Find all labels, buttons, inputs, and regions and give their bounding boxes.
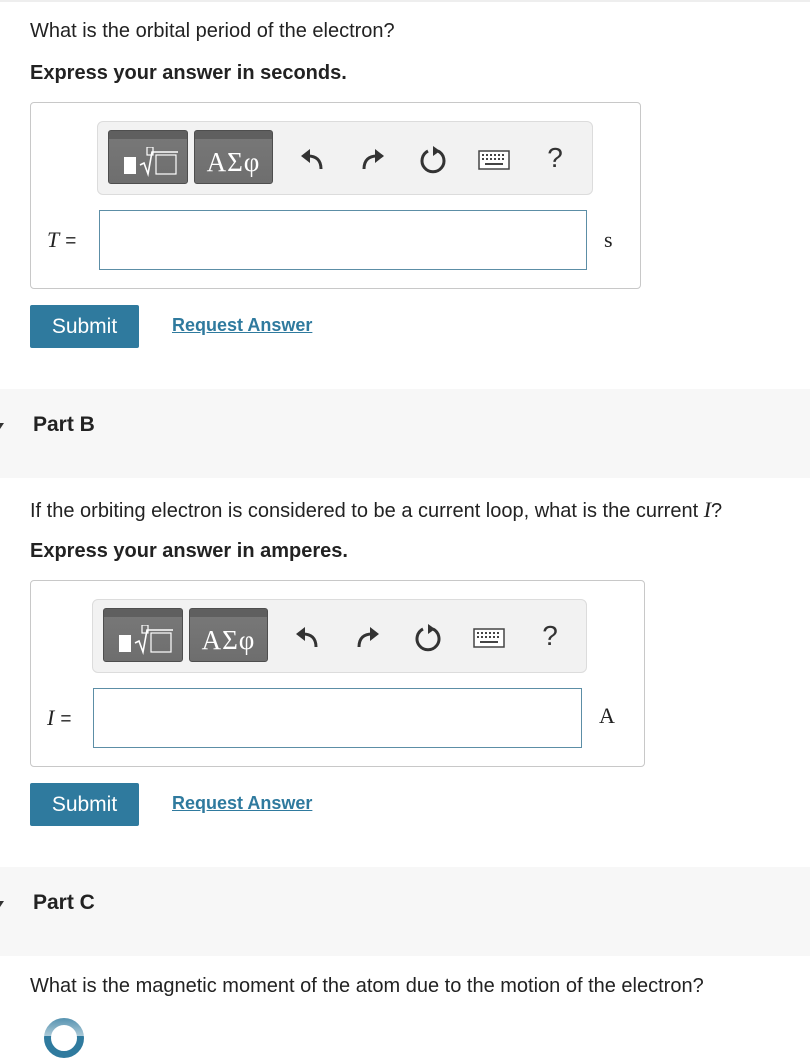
bottom-fade	[0, 1010, 810, 1036]
part-a-templates-button[interactable]	[108, 130, 188, 184]
part-a-math-toolbar: ΑΣφ ?	[97, 121, 593, 195]
part-b-unit: A	[599, 703, 615, 728]
undo-icon[interactable]	[291, 622, 323, 654]
part-b-answer-input[interactable]	[93, 688, 582, 748]
redo-icon[interactable]	[352, 622, 384, 654]
part-b-answer-box: ΑΣφ ? I = A	[30, 580, 645, 767]
part-a-symbols-label: ΑΣφ	[206, 146, 261, 177]
part-a-variable-label: T =	[47, 227, 76, 253]
part-b-question-suffix: ?	[711, 500, 723, 522]
undo-icon[interactable]	[296, 144, 328, 176]
part-b-symbols-button[interactable]: ΑΣφ	[189, 608, 268, 662]
templates-icon	[109, 141, 187, 183]
help-icon[interactable]: ?	[539, 142, 571, 174]
part-c-title: Part C	[33, 891, 95, 914]
part-b-equals: =	[60, 709, 72, 730]
part-a-symbols-button[interactable]: ΑΣφ	[194, 130, 273, 184]
part-b-question: If the orbiting electron is considered t…	[30, 497, 722, 523]
part-b-question-variable: I	[703, 497, 712, 522]
part-a-answer-box: ΑΣφ ? T = s	[30, 102, 641, 289]
templates-icon	[104, 619, 182, 661]
part-a-answer-input[interactable]	[99, 210, 587, 270]
part-b-question-text: If the orbiting electron is considered t…	[30, 500, 704, 522]
part-b-variable-label: I =	[47, 705, 71, 731]
part-a-instruction: Express your answer in seconds.	[30, 62, 347, 84]
top-divider	[0, 0, 810, 2]
keyboard-icon[interactable]	[477, 144, 511, 176]
part-a-equals: =	[65, 231, 77, 252]
caret-down-icon	[0, 423, 4, 429]
reset-icon[interactable]	[417, 144, 449, 176]
part-b-variable: I	[47, 705, 55, 730]
keyboard-icon[interactable]	[472, 622, 506, 654]
part-b-instruction: Express your answer in amperes.	[30, 540, 348, 562]
redo-icon[interactable]	[357, 144, 389, 176]
part-a-question: What is the orbital period of the electr…	[30, 20, 395, 42]
part-b-title: Part B	[33, 413, 95, 436]
reset-icon[interactable]	[412, 622, 444, 654]
caret-down-icon	[0, 901, 4, 907]
part-b-math-toolbar: ΑΣφ ?	[92, 599, 587, 673]
part-c-question: What is the magnetic moment of the atom …	[30, 975, 704, 997]
part-b-symbols-label: ΑΣφ	[201, 624, 256, 655]
part-a-submit-button[interactable]: Submit	[30, 305, 139, 348]
part-b-header[interactable]: Part B	[0, 389, 810, 478]
part-c-header[interactable]: Part C	[0, 867, 810, 956]
help-icon[interactable]: ?	[534, 620, 566, 652]
part-b-templates-button[interactable]	[103, 608, 183, 662]
part-b-submit-button[interactable]: Submit	[30, 783, 139, 826]
part-a-variable: T	[47, 227, 60, 252]
part-a-request-answer-link[interactable]: Request Answer	[172, 315, 312, 336]
part-a-unit: s	[604, 227, 613, 252]
part-b-request-answer-link[interactable]: Request Answer	[172, 793, 312, 814]
